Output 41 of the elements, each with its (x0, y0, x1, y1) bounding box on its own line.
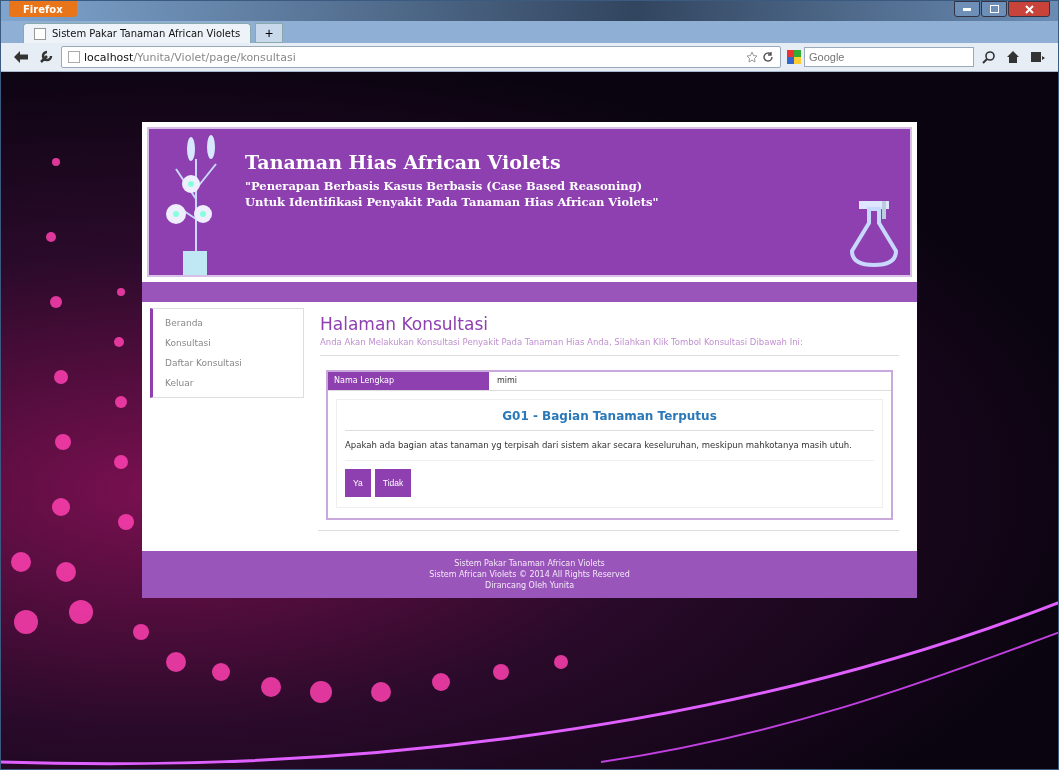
url-field[interactable]: localhost/Yunita/Violet/page/konsultasi (61, 46, 781, 68)
star-icon[interactable] (746, 51, 758, 63)
footer-text: Sistem Pakar Tanaman African Violets (454, 558, 605, 568)
page-icon (68, 51, 80, 63)
spray-bottle-drawing (850, 199, 898, 267)
question-text: Apakah ada bagian atas tanaman yg terpisah dari sistem akar secara keseluruhan, meskipun mahkotanya masih utuh. (345, 430, 874, 461)
search-engine-icon[interactable] (787, 50, 801, 64)
site-title: Tanaman Hias African Violets (245, 151, 562, 173)
name-value: mimi (496, 375, 518, 388)
menu-icon (1030, 50, 1046, 64)
answer-button[interactable]: Tidak (374, 468, 412, 497)
home-icon (1006, 50, 1020, 64)
minimize-icon (963, 7, 971, 11)
sidebar-link[interactable]: Beranda (153, 313, 303, 333)
name-label: Nama Lengkap (328, 371, 489, 390)
footer-text: Dirancang Oleh Yunita (484, 580, 575, 590)
minimize-button[interactable] (954, 1, 980, 17)
question-title: G01 - Bagian Tanaman Terputus (345, 399, 874, 431)
page-icon (34, 27, 46, 40)
url-host: localhost (84, 50, 134, 64)
close-button[interactable] (1008, 1, 1050, 17)
search-icon (982, 50, 996, 64)
sidebar-link[interactable]: Keluar (153, 373, 303, 393)
new-tab-button[interactable]: + (255, 23, 284, 43)
intro-text: Anda Akan Melakukan Konsultasi Penyakit Pada Tanaman Hias Anda, Silahkan Klik Tombol Konsultasi Dibawah Ini: (320, 337, 899, 356)
wrench-icon (39, 50, 53, 64)
reload-icon[interactable] (762, 51, 774, 63)
maximize-icon (989, 5, 999, 13)
footer-text: Sistem African Violets © 2014 All Rights Reserved (429, 569, 630, 579)
back-arrow-icon (13, 50, 29, 64)
answer-button[interactable]: Ya (345, 468, 371, 497)
search-field[interactable]: Google (804, 47, 974, 67)
page-heading: Halaman Konsultasi (320, 314, 489, 334)
sidebar-link[interactable]: Daftar Konsultasi (153, 353, 303, 373)
sidebar-link[interactable]: Konsultasi (153, 333, 303, 353)
url-path: /Yunita/Violet/page/konsultasi (133, 50, 296, 64)
site-subtitle: "Penerapan Berbasis Kasus Berbasis (Case Based Reasoning) Untuk Identifikasi Penyakit Pada Tanaman Hias African Violets" (245, 179, 660, 211)
browser-tab[interactable]: Sistem Pakar Tanaman African Violets (23, 23, 252, 43)
maximize-button[interactable] (981, 1, 1007, 17)
close-icon (1024, 4, 1034, 14)
search-button[interactable] (980, 50, 998, 64)
